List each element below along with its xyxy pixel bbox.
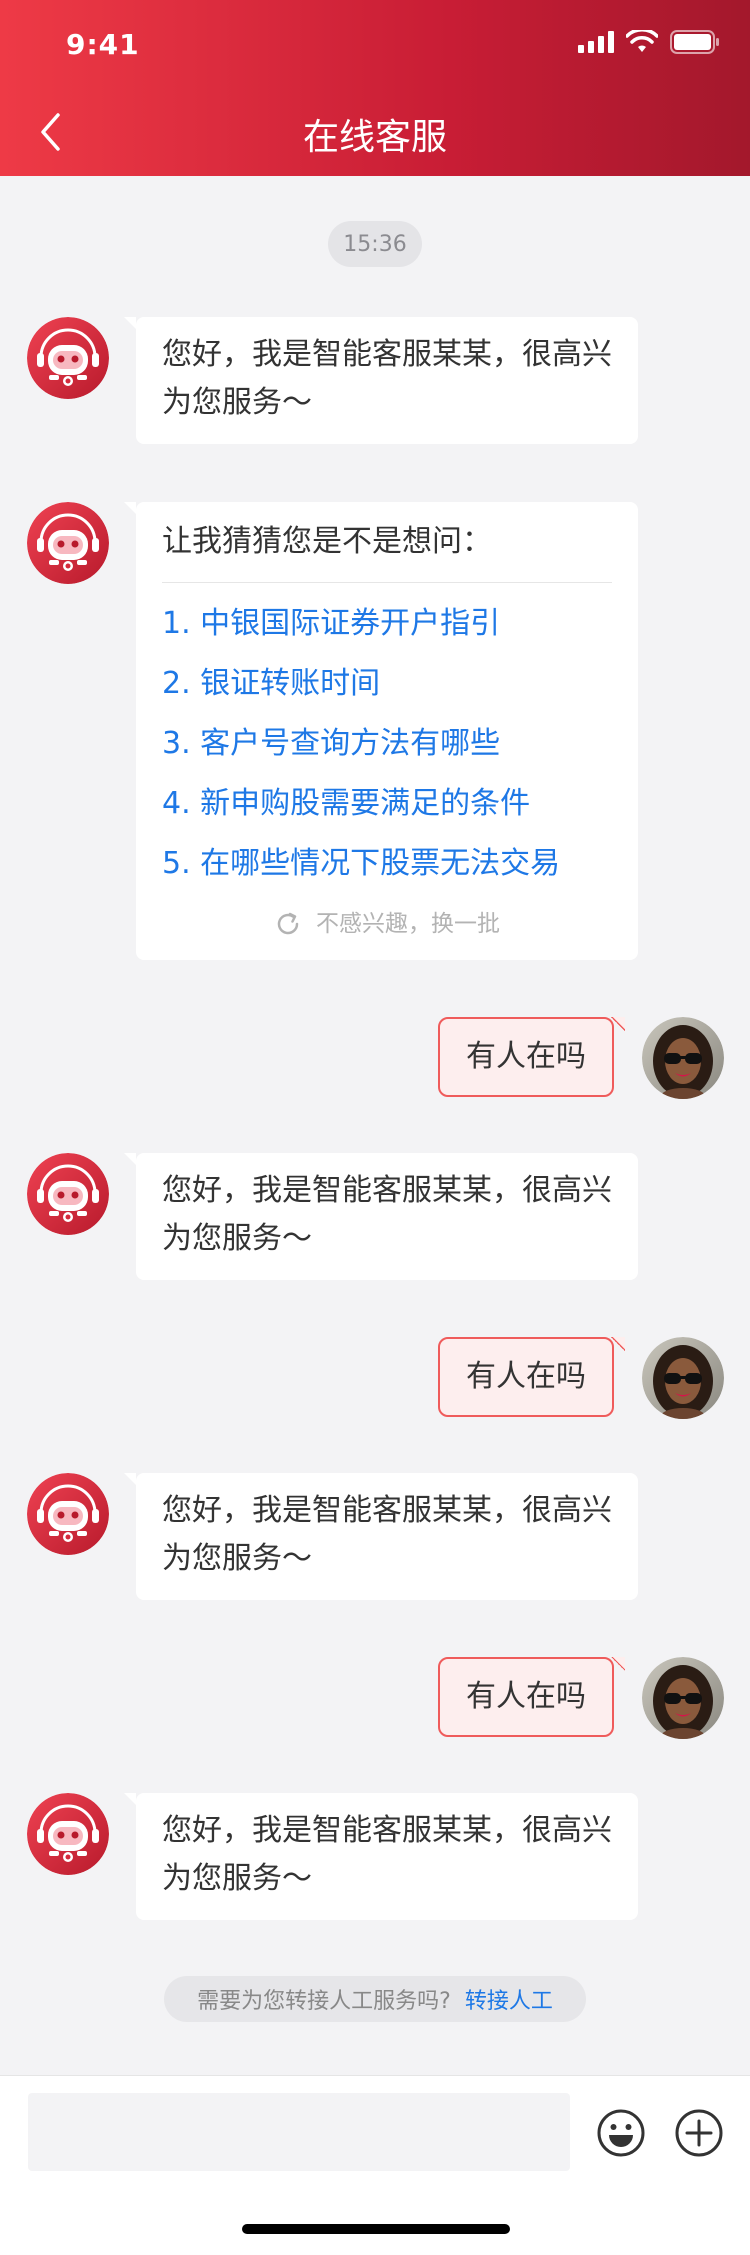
user-message-text: 有人在吗 <box>466 1359 586 1394</box>
status-time: 9:41 <box>66 28 140 61</box>
suggestion-item[interactable]: 5. 在哪些情况下股票无法交易 <box>162 834 628 894</box>
bot-avatar <box>27 1153 109 1235</box>
user-message-text: 有人在吗 <box>466 1039 586 1074</box>
user-avatar <box>642 1657 724 1739</box>
transfer-prompt-text: 需要为您转接人工服务吗? <box>197 1989 451 2014</box>
transfer-prompt: 需要为您转接人工服务吗? 转接人工 <box>164 1976 586 2022</box>
signal-icon <box>578 31 614 53</box>
refresh-label: 不感兴趣，换一批 <box>316 911 500 937</box>
page-title: 在线客服 <box>302 117 447 158</box>
bot-message-text: 您好，我是智能客服某某，很高兴为您服务～ <box>162 1173 612 1256</box>
user-avatar <box>642 1017 724 1099</box>
user-message: 有人在吗 <box>438 1657 625 1737</box>
user-message-text: 有人在吗 <box>466 1679 586 1714</box>
bot-avatar <box>27 1793 109 1875</box>
bot-message-text: 您好，我是智能客服某某，很高兴为您服务～ <box>162 1813 612 1896</box>
plus-circle-icon <box>675 2109 723 2157</box>
timestamp: 15:36 <box>328 221 422 267</box>
header: 9:41 在线客服 <box>0 0 750 176</box>
emoji-button[interactable] <box>596 2108 646 2158</box>
suggestion-item[interactable]: 4. 新申购股需要满足的条件 <box>162 774 628 834</box>
suggestion-item[interactable]: 2. 银证转账时间 <box>162 654 628 714</box>
suggestion-heading: 让我猜猜您是不是想问： <box>162 524 492 559</box>
bot-message: 您好，我是智能客服某某，很高兴为您服务～ <box>124 1793 638 1920</box>
bot-message: 您好，我是智能客服某某，很高兴为您服务～ <box>124 1473 638 1600</box>
user-avatar <box>642 1337 724 1419</box>
message-input[interactable] <box>28 2093 570 2171</box>
battery-icon <box>670 30 719 54</box>
status-icons <box>578 30 720 54</box>
user-message: 有人在吗 <box>438 1337 625 1417</box>
user-message: 有人在吗 <box>438 1017 625 1097</box>
refresh-suggestions-button[interactable]: 不感兴趣，换一批 <box>136 900 638 948</box>
bot-message: 您好，我是智能客服某某，很高兴为您服务～ <box>124 1153 638 1280</box>
suggestion-card: 让我猜猜您是不是想问： 1. 中银国际证券开户指引 2. 银证转账时间 3. 客… <box>124 502 638 960</box>
smiley-icon <box>597 2109 645 2157</box>
bot-avatar <box>27 1473 109 1555</box>
suggestion-list: 1. 中银国际证券开户指引 2. 银证转账时间 3. 客户号查询方法有哪些 4.… <box>162 594 628 894</box>
home-indicator <box>242 2224 510 2234</box>
bot-avatar <box>27 317 109 399</box>
more-button[interactable] <box>674 2108 724 2158</box>
divider <box>162 582 612 583</box>
transfer-to-agent-link[interactable]: 转接人工 <box>465 1983 553 2015</box>
bot-message-text: 您好，我是智能客服某某，很高兴为您服务～ <box>162 1493 612 1576</box>
suggestion-item[interactable]: 1. 中银国际证券开户指引 <box>162 594 628 654</box>
suggestion-item[interactable]: 3. 客户号查询方法有哪些 <box>162 714 628 774</box>
wifi-icon <box>626 30 658 52</box>
bot-message-text: 您好，我是智能客服某某，很高兴为您服务～ <box>162 337 612 420</box>
bot-avatar <box>27 502 109 584</box>
refresh-icon <box>277 912 299 935</box>
bot-message: 您好，我是智能客服某某，很高兴为您服务～ <box>124 317 638 444</box>
